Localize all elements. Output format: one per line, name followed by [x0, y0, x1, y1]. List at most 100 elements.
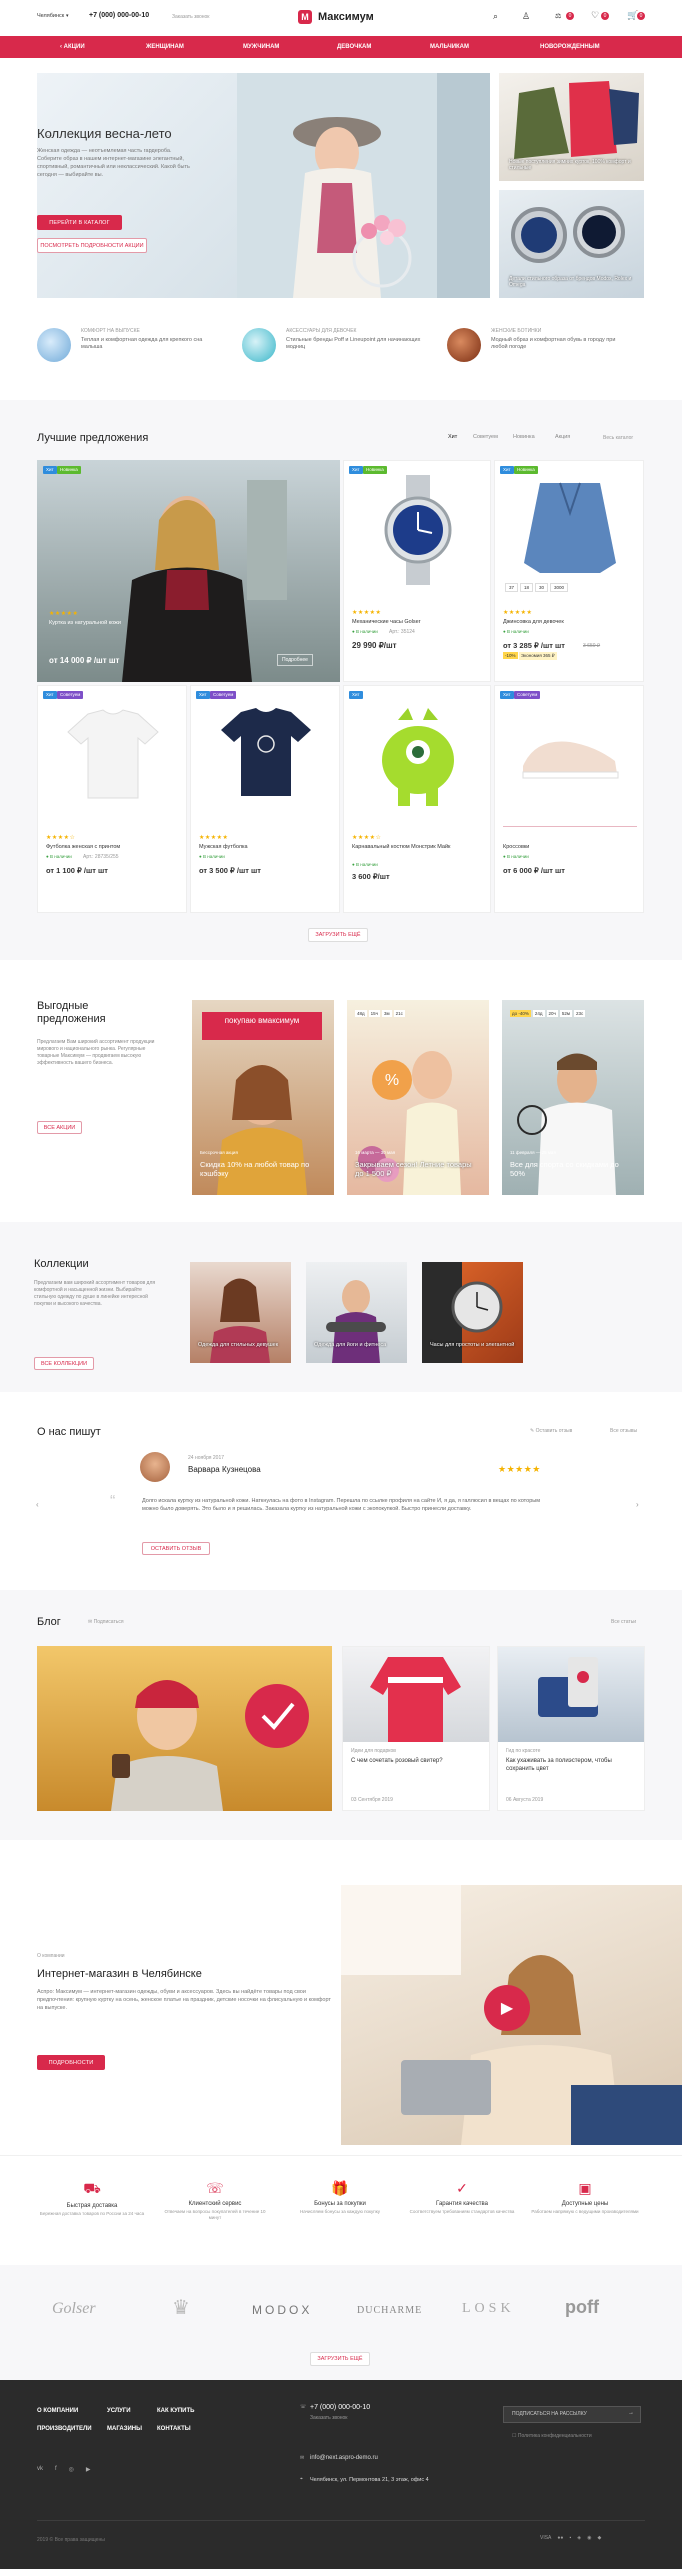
city-select[interactable]: Челябинск: [37, 13, 64, 19]
promo-card-2[interactable]: % 48д 15ч 3м 21с 16 марта — 30 мая Закры…: [347, 1000, 489, 1195]
privacy-link[interactable]: ☐ Политика конфиденциальности: [512, 2433, 592, 2439]
footer-callback[interactable]: Заказать звонок: [310, 2415, 347, 2421]
all-articles-link[interactable]: Все статьи: [611, 1619, 636, 1625]
tab-hit[interactable]: Хит: [448, 434, 457, 440]
nav-item-newborn[interactable]: Новорожденным: [540, 44, 600, 50]
hero-banner[interactable]: — Коллекция весна-лето Женская одежда — …: [37, 73, 490, 298]
nav-item-sale[interactable]: ‹ Акции: [60, 44, 85, 50]
footer-link-stores[interactable]: Магазины: [107, 2426, 157, 2432]
monster-costume-photo: [382, 708, 454, 806]
featured-product-card[interactable]: Хит Новинка ★★★★★ Куртка из натуральной …: [37, 460, 340, 682]
brand-golser[interactable]: Golser: [52, 2300, 96, 2318]
arrow-right-icon: →: [628, 2410, 634, 2416]
feature-1[interactable]: Комфорт на выпуске Теплая и комфортная о…: [81, 328, 221, 351]
about-video-banner[interactable]: ▶: [341, 1885, 682, 2145]
instagram-icon[interactable]: ◎: [69, 2466, 74, 2473]
collection-card-2[interactable]: Одежда для йоги и фитнеса: [306, 1262, 407, 1363]
tab-recommend[interactable]: Советуем: [473, 434, 498, 440]
product-price: 3 600 ₽/шт: [352, 872, 390, 881]
brands-load-more-button[interactable]: Загрузить ещё: [310, 2352, 370, 2366]
feature-2[interactable]: Аксессуары для девочек Стильные бренды P…: [286, 328, 426, 351]
footer-link-how-to-buy[interactable]: Как купить: [157, 2408, 217, 2414]
promo-1-badge: покупаю вмаксимум: [202, 1012, 322, 1040]
load-more-button[interactable]: Загрузить ещё: [308, 928, 368, 942]
collection-card-1[interactable]: Одежда для стильных девушек: [190, 1262, 291, 1363]
promo-card-3[interactable]: до -40% 24д 20ч 52м 23с 11 февраля — 25 …: [502, 1000, 644, 1195]
compare-icon[interactable]: ⚖: [555, 12, 561, 20]
promo-details-button[interactable]: Посмотреть подробности акции: [37, 238, 147, 253]
about-details-button[interactable]: Подробности: [37, 2055, 105, 2070]
all-promos-button[interactable]: Все акции: [37, 1121, 82, 1134]
subscribe-button[interactable]: Подписаться на рассылку: [503, 2406, 641, 2423]
subscribe-link[interactable]: ✉ Подписаться: [88, 1619, 124, 1625]
youtube-icon[interactable]: ▶: [86, 2466, 91, 2473]
catalog-button[interactable]: Перейти в каталог: [37, 215, 122, 230]
footer-phone[interactable]: +7 (000) 000-00-10: [310, 2404, 370, 2411]
nav-item-girls[interactable]: Девочкам: [337, 44, 371, 50]
callback-link[interactable]: Заказать звонок: [172, 14, 209, 20]
nav-item-women[interactable]: Женщинам: [146, 44, 184, 50]
footer-link-services[interactable]: Услуги: [107, 2408, 157, 2414]
product-card-denim[interactable]: Хит Новинка 37 18 30 3000 ★★★★★ Джинсовк…: [494, 460, 644, 682]
product-card-tshirt-women[interactable]: Хит Советуем ★★★★☆ Футболка женская с пр…: [37, 685, 187, 913]
product-card-costume[interactable]: Хит ★★★★☆ Карнавальный костюм Монстрик М…: [343, 685, 491, 913]
blog-featured-post[interactable]: [37, 1646, 332, 1811]
stock-status: ● В наличии: [503, 629, 529, 634]
blog-post-1[interactable]: Идеи для подарков С чем сочетать розовый…: [342, 1646, 490, 1811]
header-phone[interactable]: +7 (000) 000-00-10: [89, 12, 149, 19]
review-button[interactable]: Оставить отзыв: [142, 1542, 210, 1555]
size-selector[interactable]: 37 18 30 3000: [505, 583, 569, 592]
logo-icon[interactable]: М: [298, 10, 312, 24]
product-name[interactable]: Механические часы Golser: [352, 619, 421, 625]
brand-poff[interactable]: poff: [565, 2297, 599, 2318]
product-name[interactable]: Карнавальный костюм Монстрик Майк: [352, 844, 482, 850]
logo-text[interactable]: Максимум: [318, 11, 374, 23]
footer-link-about[interactable]: О компании: [37, 2408, 107, 2414]
tab-sale[interactable]: Акция: [555, 434, 570, 440]
hero-side-banner-2[interactable]: Детали стильного образа от брендов Modox…: [499, 190, 644, 298]
blog-title: Блог: [37, 1616, 61, 1628]
leave-review-link[interactable]: ✎ Оставить отзыв: [530, 1428, 572, 1434]
hero-side-banner-1[interactable]: Новые поступления зимних курток, 100% ко…: [499, 73, 644, 181]
promo-card-1[interactable]: покупаю вмаксимум Бессрочная акция Скидк…: [192, 1000, 334, 1195]
product-card-sneakers[interactable]: Хит Советуем Кроссовки ● В наличии от 6 …: [494, 685, 644, 913]
promo-1-date: Бессрочная акция: [200, 1150, 238, 1155]
all-reviews-link[interactable]: Все отзывы: [610, 1428, 637, 1434]
footer-email[interactable]: info@next.aspro-demo.ru: [310, 2455, 378, 2461]
product-card-watch[interactable]: Хит Новинка ★★★★★ Механические часы Gols…: [343, 460, 491, 682]
footer-link-contacts[interactable]: Контакты: [157, 2426, 217, 2432]
nav-item-men[interactable]: Мужчинам: [243, 44, 279, 50]
product-name[interactable]: Мужская футболка: [199, 844, 248, 850]
product-name[interactable]: Кроссовки: [503, 844, 529, 850]
search-icon[interactable]: ⌕: [493, 11, 498, 22]
feature-3[interactable]: Женские ботинки Модный образ и комфортна…: [491, 328, 631, 351]
post-title[interactable]: Как ухаживать за полиэстером, чтобы сохр…: [506, 1757, 636, 1773]
play-icon[interactable]: ▶: [484, 1985, 530, 2031]
product-name[interactable]: Футболка женская с принтом: [46, 844, 120, 850]
vk-icon[interactable]: vk: [37, 2466, 43, 2473]
brand-modox[interactable]: MODOX: [252, 2303, 312, 2317]
featured-more-button[interactable]: Подробнее: [277, 654, 313, 666]
brand-crown-logo[interactable]: ♛: [172, 2295, 190, 2320]
brand-ducharme[interactable]: DUCHARME: [357, 2305, 422, 2316]
post-title[interactable]: С чем сочетать розовый свитер?: [351, 1757, 481, 1765]
facebook-icon[interactable]: f: [55, 2466, 57, 2473]
heart-icon[interactable]: ♡: [591, 10, 599, 21]
reviewer-name: Варвара Кузнецова: [188, 1465, 261, 1474]
chat-icon: ☏: [206, 2180, 224, 2196]
user-icon[interactable]: ♙: [522, 11, 530, 22]
collection-card-3[interactable]: Часы для простоты и элегантной: [422, 1262, 523, 1363]
footer-link-brands[interactable]: Производители: [37, 2426, 107, 2432]
article: Арт.: 35124: [389, 629, 415, 635]
next-arrow-icon[interactable]: ›: [636, 1500, 639, 1509]
all-collections-button[interactable]: Все коллекции: [34, 1357, 94, 1370]
product-card-tshirt-men[interactable]: Хит Советуем ★★★★★ Мужская футболка ● В …: [190, 685, 340, 913]
prev-arrow-icon[interactable]: ‹: [36, 1500, 39, 1509]
promo-3-text: Все для спорта со скидками до 50%: [510, 1160, 619, 1178]
tab-new[interactable]: Новинка: [513, 434, 535, 440]
nav-item-boys[interactable]: Мальчикам: [430, 44, 469, 50]
brand-losk[interactable]: LOSK: [462, 2301, 515, 2317]
all-catalog-link[interactable]: Весь каталог: [603, 435, 633, 441]
blog-post-2[interactable]: Гид по красоте Как ухаживать за полиэсте…: [497, 1646, 645, 1811]
product-name[interactable]: Джинсовка для девочек: [503, 619, 564, 625]
